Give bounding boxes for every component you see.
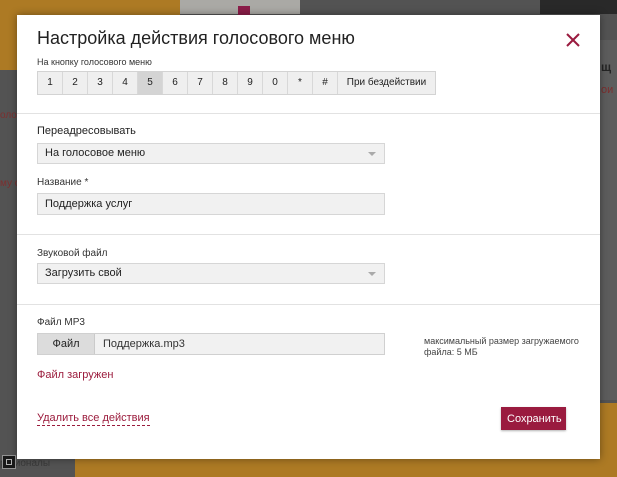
section-divider — [17, 113, 600, 114]
key-8[interactable]: 8 — [213, 72, 238, 94]
mp3-file-picker: Файл Поддержка.mp3 — [37, 333, 385, 355]
dialog-title: Настройка действия голосового меню — [37, 28, 355, 48]
section-divider — [17, 304, 600, 305]
section-divider — [17, 234, 600, 235]
key-selector-label: На кнопку голосового меню — [37, 57, 152, 67]
key-idle[interactable]: При бездействии — [338, 72, 435, 94]
file-upload-status: Файл загружен — [37, 369, 114, 381]
file-name-field: Поддержка.mp3 — [103, 338, 185, 350]
key-9[interactable]: 9 — [238, 72, 263, 94]
key-0[interactable]: 0 — [263, 72, 288, 94]
key-1[interactable]: 1 — [38, 72, 63, 94]
key-7[interactable]: 7 — [188, 72, 213, 94]
sound-file-label: Звуковой файл — [37, 248, 108, 259]
save-button[interactable]: Сохранить — [501, 407, 566, 430]
name-input[interactable] — [37, 193, 385, 215]
file-size-hint: максимальный размер загружаемого файла: … — [424, 336, 579, 357]
chevron-down-icon — [368, 152, 376, 156]
close-button[interactable] — [564, 31, 582, 49]
voice-menu-action-dialog: Настройка действия голосового меню На кн… — [17, 15, 600, 459]
delete-all-actions-link[interactable]: Удалить все действия — [37, 412, 150, 426]
key-4[interactable]: 4 — [113, 72, 138, 94]
name-label: Название * — [37, 177, 89, 188]
close-icon — [566, 33, 580, 47]
key-hash[interactable]: # — [313, 72, 338, 94]
choose-file-button[interactable]: Файл — [38, 334, 95, 354]
key-selector: 1 2 3 4 5 6 7 8 9 0 * # При бездействии — [37, 71, 436, 95]
redirect-select[interactable]: На голосовое меню — [37, 143, 385, 164]
chevron-down-icon — [368, 272, 376, 276]
key-6[interactable]: 6 — [163, 72, 188, 94]
sound-file-select[interactable]: Загрузить свой — [37, 263, 385, 284]
key-3[interactable]: 3 — [88, 72, 113, 94]
key-star[interactable]: * — [288, 72, 313, 94]
sound-file-select-value: Загрузить свой — [45, 267, 122, 279]
redirect-select-value: На голосовое меню — [45, 147, 146, 159]
redirect-label: Переадресовывать — [37, 125, 136, 137]
mp3-file-label: Файл MP3 — [37, 317, 85, 328]
key-5[interactable]: 5 — [138, 72, 163, 94]
key-2[interactable]: 2 — [63, 72, 88, 94]
